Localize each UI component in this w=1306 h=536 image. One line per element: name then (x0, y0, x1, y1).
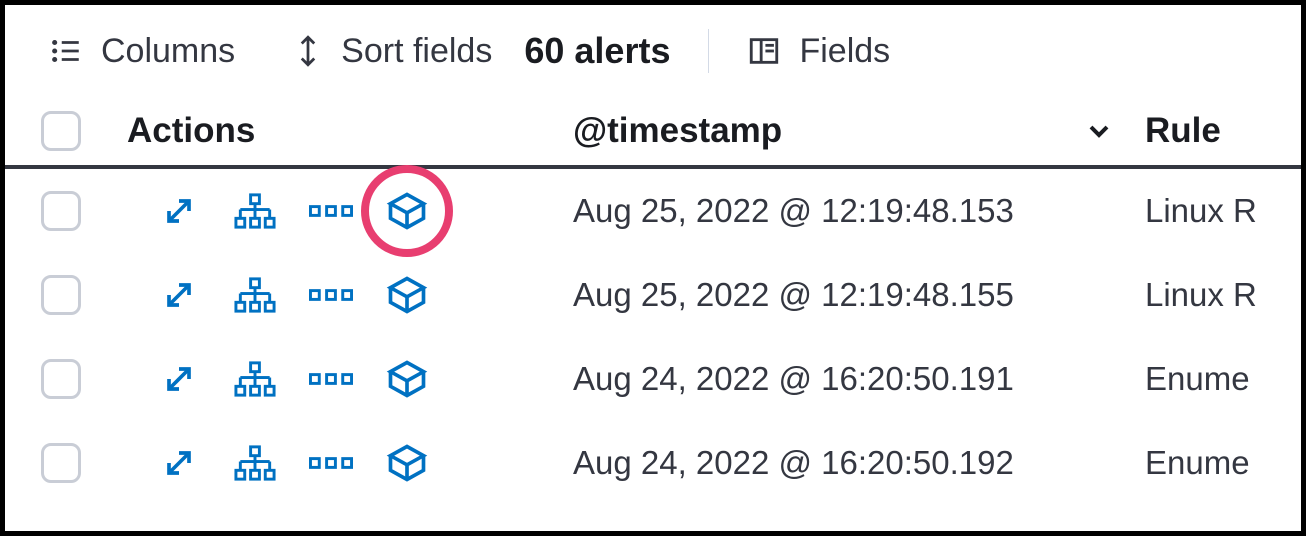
more-icon[interactable] (309, 357, 353, 401)
rule-cell: Linux R (1145, 192, 1265, 230)
sort-label: Sort fields (341, 32, 492, 71)
alerts-count: 60 alerts (524, 30, 670, 72)
timestamp-header-label: @timestamp (573, 111, 782, 151)
rule-header: Rule (1145, 111, 1265, 151)
row-checkbox[interactable] (41, 191, 81, 231)
more-icon[interactable] (309, 441, 353, 485)
select-all-checkbox[interactable] (41, 111, 81, 151)
fields-button[interactable]: Fields (747, 32, 890, 71)
more-icon[interactable] (309, 189, 353, 233)
expand-icon[interactable] (157, 357, 201, 401)
row-checkbox[interactable] (41, 275, 81, 315)
timestamp-cell: Aug 24, 2022 @ 16:20:50.192 (573, 444, 1145, 482)
table-row: Aug 25, 2022 @ 12:19:48.153Linux R (5, 169, 1301, 253)
actions-header: Actions (127, 111, 573, 151)
expand-icon[interactable] (157, 189, 201, 233)
timestamp-cell: Aug 25, 2022 @ 12:19:48.155 (573, 276, 1145, 314)
rule-cell: Enume (1145, 360, 1265, 398)
table-row: Aug 24, 2022 @ 16:20:50.192Enume (5, 421, 1301, 505)
columns-label: Columns (101, 32, 235, 71)
rule-cell: Linux R (1145, 276, 1265, 314)
analyzer-icon[interactable] (233, 441, 277, 485)
session-view-icon[interactable] (385, 273, 429, 317)
session-view-icon[interactable] (385, 189, 429, 233)
timestamp-header[interactable]: @timestamp (573, 111, 1145, 151)
fields-label: Fields (799, 32, 890, 71)
list-icon (49, 34, 83, 68)
timestamp-cell: Aug 25, 2022 @ 12:19:48.153 (573, 192, 1145, 230)
sort-button[interactable]: Sort fields (293, 32, 492, 71)
sort-icon (293, 32, 323, 70)
analyzer-icon[interactable] (233, 273, 277, 317)
more-icon[interactable] (309, 273, 353, 317)
analyzer-icon[interactable] (233, 357, 277, 401)
expand-icon[interactable] (157, 441, 201, 485)
expand-icon[interactable] (157, 273, 201, 317)
session-view-icon[interactable] (385, 441, 429, 485)
analyzer-icon[interactable] (233, 189, 277, 233)
table-row: Aug 25, 2022 @ 12:19:48.155Linux R (5, 253, 1301, 337)
timestamp-cell: Aug 24, 2022 @ 16:20:50.191 (573, 360, 1145, 398)
fields-icon (747, 34, 781, 68)
toolbar: Columns Sort fields 60 alerts (5, 5, 1301, 97)
session-view-icon[interactable] (385, 357, 429, 401)
chevron-down-icon (1083, 115, 1115, 147)
table-row: Aug 24, 2022 @ 16:20:50.191Enume (5, 337, 1301, 421)
columns-button[interactable]: Columns (49, 32, 235, 71)
table-header: Actions @timestamp Rule (5, 97, 1301, 169)
row-checkbox[interactable] (41, 359, 81, 399)
row-checkbox[interactable] (41, 443, 81, 483)
rule-cell: Enume (1145, 444, 1265, 482)
toolbar-divider (708, 29, 709, 73)
